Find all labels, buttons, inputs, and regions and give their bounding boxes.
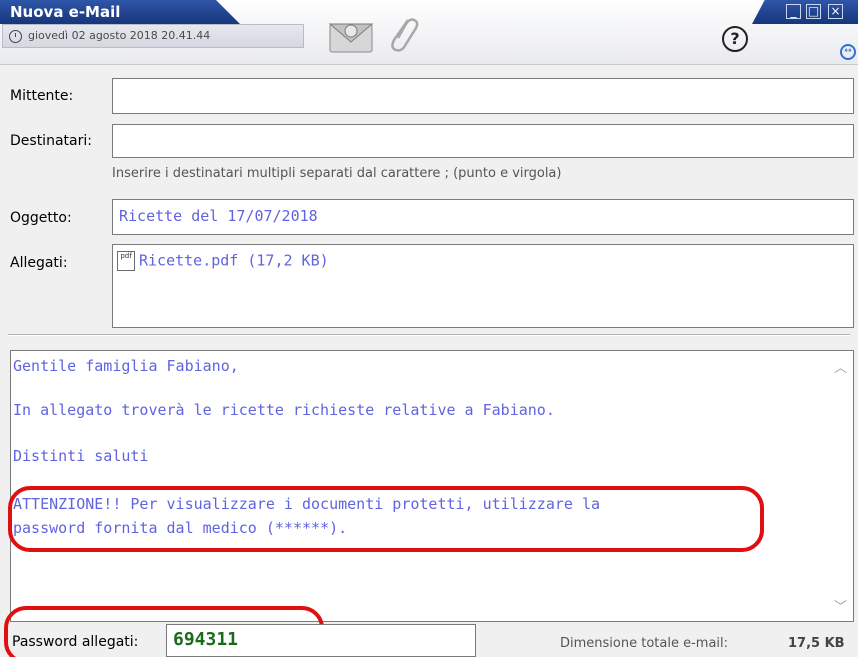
- close-icon[interactable]: ×: [828, 4, 843, 19]
- body-line: In allegato troverà le ricette richieste…: [13, 401, 555, 419]
- recipients-field[interactable]: [112, 124, 854, 158]
- total-size-label: Dimensione totale e-mail:: [560, 636, 729, 651]
- sender-field[interactable]: [112, 78, 854, 114]
- password-label: Password allegati:: [12, 634, 139, 650]
- maximize-icon[interactable]: □: [806, 4, 821, 19]
- subject-label: Oggetto:: [10, 210, 72, 226]
- body-line: Distinti saluti: [13, 447, 149, 465]
- attachments-list[interactable]: pdf Ricette.pdf (17,2 KB): [112, 244, 854, 328]
- recipients-label: Destinatari:: [10, 133, 92, 149]
- highlight-mark-warning: [8, 486, 764, 552]
- email-compose-window: Nuova e-Mail giovedì 02 agosto 2018 20.4…: [0, 0, 858, 657]
- password-field[interactable]: 694311: [166, 624, 476, 657]
- attachment-name[interactable]: Ricette.pdf (17,2 KB): [139, 252, 329, 270]
- datetime-bar: giovedì 02 agosto 2018 20.41.44: [2, 24, 304, 48]
- title-bar: Nuova e-Mail giovedì 02 agosto 2018 20.4…: [0, 0, 858, 65]
- pdf-icon: pdf: [117, 251, 135, 271]
- clock-icon: [9, 29, 22, 43]
- scroll-down-icon[interactable]: ﹀: [834, 596, 847, 615]
- subject-field[interactable]: Ricette del 17/07/2018: [112, 199, 854, 235]
- body-line: Gentile famiglia Fabiano,: [13, 357, 239, 375]
- recipients-hint: Inserire i destinatari multipli separati…: [112, 166, 562, 181]
- separator: [8, 334, 850, 336]
- datetime-text: giovedì 02 agosto 2018 20.41.44: [28, 29, 211, 42]
- scroll-up-icon[interactable]: ︿: [834, 357, 847, 376]
- title-tab: Nuova e-Mail: [0, 0, 240, 24]
- help-icon[interactable]: ?: [722, 26, 748, 52]
- window-controls: _ □ ×: [752, 0, 858, 24]
- minimize-icon[interactable]: _: [786, 4, 801, 19]
- envelope-icon[interactable]: [328, 16, 374, 54]
- window-title: Nuova e-Mail: [10, 3, 121, 21]
- sender-label: Mittente:: [10, 88, 74, 104]
- attachments-label: Allegati:: [10, 255, 68, 271]
- total-size-value: 17,5 KB: [788, 636, 845, 651]
- arrows-icon[interactable]: ↔: [840, 44, 856, 60]
- attachment-item[interactable]: pdf Ricette.pdf (17,2 KB): [117, 251, 853, 271]
- paperclip-icon[interactable]: [384, 14, 420, 56]
